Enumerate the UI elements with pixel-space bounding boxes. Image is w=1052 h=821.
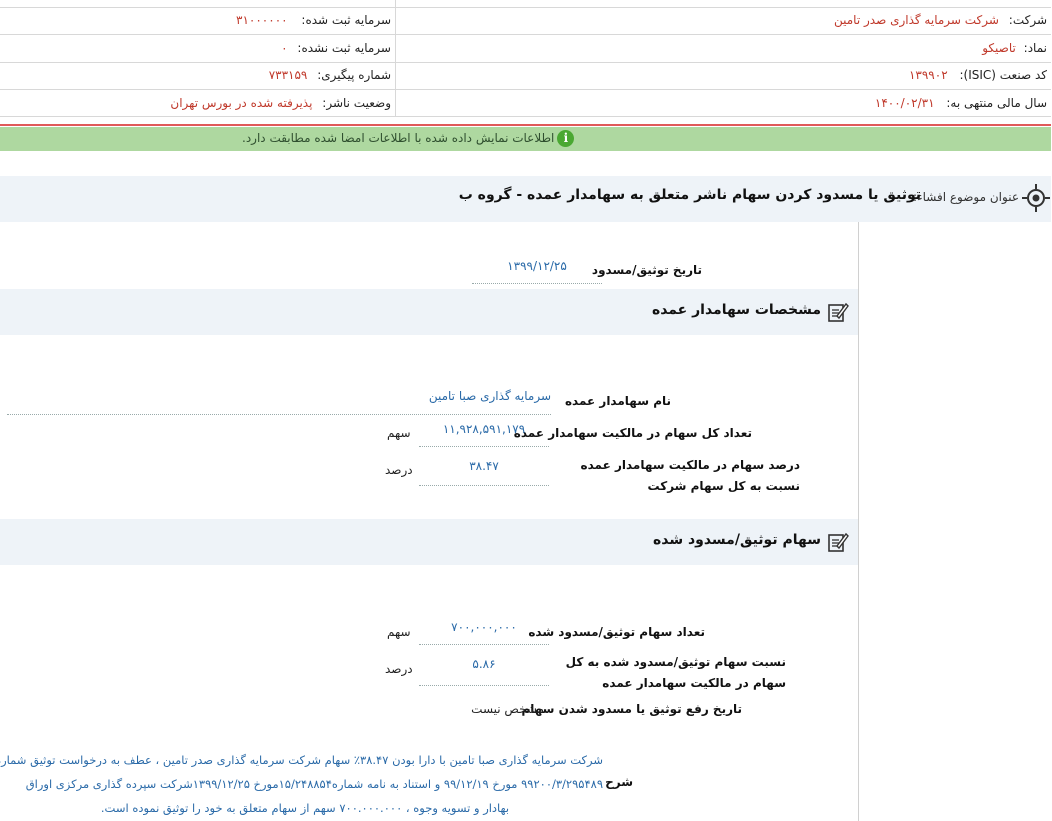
notice-text: اطلاعات نمایش داده شده با اطلاعات امضا ش…	[243, 131, 556, 145]
subject-label: عنوان موضوع افشاء:	[913, 190, 1020, 204]
unregistered-capital-label: سرمایه ثبت نشده:	[298, 41, 392, 55]
registered-capital-row: سرمایه ثبت شده: ۳۱۰۰۰۰۰۰	[237, 13, 392, 27]
description-text: شرکت سرمایه گذاری صبا تامین با دارا بودن…	[0, 748, 604, 820]
pledged-ratio-label: نسبت سهام توثیق/مسدود شده به کل سهام در …	[547, 652, 787, 694]
verification-notice: i اطلاعات نمایش داده شده با اطلاعات امضا…	[0, 127, 1052, 151]
registered-capital-value: ۳۱۰۰۰۰۰۰	[237, 13, 289, 27]
row-divider	[0, 62, 1052, 63]
subject-title: توثیق یا مسدود کردن سهام ناشر متعلق به س…	[459, 187, 922, 203]
release-date-value: مشخص نیست	[472, 702, 545, 716]
row-divider	[0, 89, 1052, 90]
pledged-count-label: تعداد سهام توثیق/مسدود شده	[529, 625, 706, 639]
company-link[interactable]: شرکت سرمایه گذاری صدر تامین	[835, 13, 1000, 27]
unregistered-capital-row: سرمایه ثبت نشده: ۰	[282, 41, 392, 55]
pledged-ratio-text: ۵.۸۶	[473, 657, 497, 671]
isic-value: ۱۳۹۹۰۲	[909, 68, 949, 82]
publisher-status-label: وضعیت ناشر:	[323, 96, 392, 110]
info-icon: i	[558, 130, 576, 147]
symbol-label: نماد:	[1024, 41, 1048, 55]
fiscal-year-label: سال مالی منتهی به:	[947, 96, 1048, 110]
pledged-section-bar: سهام توثیق/مسدود شده	[0, 519, 859, 565]
ownership-percent-value: ۳۸.۴۷	[420, 459, 550, 486]
unregistered-capital-value: ۰	[282, 41, 289, 55]
publisher-status-value: پذیرفته شده در بورس تهران	[171, 96, 314, 110]
ownership-percent-label-text: درصد سهام در مالکیت سهامدار عمده نسبت به…	[581, 458, 801, 493]
symbol-link[interactable]: تاصیکو	[983, 41, 1017, 55]
total-shares-label: تعداد کل سهام در مالکیت سهامدار عمده	[514, 426, 753, 440]
description-line-1: شرکت سرمایه گذاری صبا تامین با دارا بودن…	[0, 753, 604, 767]
total-shares-value: ۱۱,۹۲۸,۵۹۱,۱۷۹	[420, 422, 550, 447]
publisher-status-row: وضعیت ناشر: پذیرفته شده در بورس تهران	[171, 96, 392, 110]
isic-label: کد صنعت (ISIC):	[960, 68, 1048, 82]
row-divider	[0, 34, 1052, 35]
description-label: شرح	[606, 775, 634, 789]
pledged-count-text: ۷۰۰,۰۰۰,۰۰۰	[452, 620, 518, 634]
total-shares-unit: سهم	[388, 426, 412, 440]
tracking-row: شماره پیگیری: ۷۳۳۱۵۹	[270, 68, 392, 82]
edit-form-icon	[828, 531, 850, 553]
pledged-ratio-label-text: نسبت سهام توثیق/مسدود شده به کل سهام در …	[566, 655, 787, 690]
registered-capital-label: سرمایه ثبت شده:	[302, 13, 392, 27]
ownership-percent-text: ۳۸.۴۷	[470, 459, 500, 473]
ownership-percent-unit: درصد	[386, 463, 414, 477]
subject-bar: عنوان موضوع افشاء: توثیق یا مسدود کردن س…	[0, 176, 1052, 222]
fiscal-year-row: سال مالی منتهی به: ۱۴۰۰/۰۲/۳۱	[876, 96, 1048, 110]
company-label: شرکت:	[1009, 13, 1048, 27]
description-line-2: ۹۹۲۰۰/۳/۲۹۵۴۸۹ مورخ ۹۹/۱۲/۱۹ و استناد به…	[26, 777, 604, 791]
isic-row: کد صنعت (ISIC): ۱۳۹۹۰۲	[910, 68, 1048, 82]
shareholder-section-title: مشخصات سهامدار عمده	[652, 302, 822, 318]
total-shares-text: ۱۱,۹۲۸,۵۹۱,۱۷۹	[443, 422, 527, 436]
panel-border	[859, 222, 860, 821]
row-divider	[0, 116, 1052, 117]
shareholder-name-value: سرمایه گذاری صبا تامین	[8, 389, 552, 415]
target-icon	[1022, 183, 1052, 213]
pledge-date-label: تاریخ توثیق/مسدود	[592, 263, 703, 277]
notice-content: i اطلاعات نمایش داده شده با اطلاعات امضا…	[243, 130, 576, 147]
pledged-section-title: سهام توثیق/مسدود شده	[653, 532, 822, 548]
pledge-date-text: ۱۳۹۹/۱۲/۲۵	[508, 259, 568, 273]
pledged-count-value: ۷۰۰,۰۰۰,۰۰۰	[420, 620, 550, 645]
pledge-date-value: ۱۳۹۹/۱۲/۲۵	[473, 259, 603, 284]
description-line-3: بهادار و تسویه وجوه ، ۷۰۰.۰۰۰.۰۰۰ سهم از…	[101, 801, 511, 815]
tracking-value: ۷۳۳۱۵۹	[269, 68, 309, 82]
pledged-ratio-unit: درصد	[386, 662, 414, 676]
edit-form-icon	[828, 301, 850, 323]
shareholder-name-label: نام سهامدار عمده	[565, 394, 672, 408]
fiscal-year-value: ۱۴۰۰/۰۲/۳۱	[875, 96, 936, 110]
shareholder-section-bar: مشخصات سهامدار عمده	[0, 289, 859, 335]
header-divider	[396, 0, 397, 117]
company-row: شرکت: شرکت سرمایه گذاری صدر تامین	[835, 13, 1048, 27]
ownership-percent-label: درصد سهام در مالکیت سهامدار عمده نسبت به…	[551, 455, 801, 497]
release-date-label: تاریخ رفع توثیق یا مسدود شدن سهام	[522, 702, 743, 716]
pledged-count-unit: سهم	[388, 625, 412, 639]
tracking-label: شماره پیگیری:	[318, 68, 392, 82]
shareholder-name-text: سرمایه گذاری صبا تامین	[429, 389, 552, 403]
pledged-ratio-value: ۵.۸۶	[420, 657, 550, 686]
separator-line	[0, 124, 1052, 126]
symbol-row: نماد: تاصیکو	[983, 41, 1048, 55]
row-divider	[0, 7, 1052, 8]
